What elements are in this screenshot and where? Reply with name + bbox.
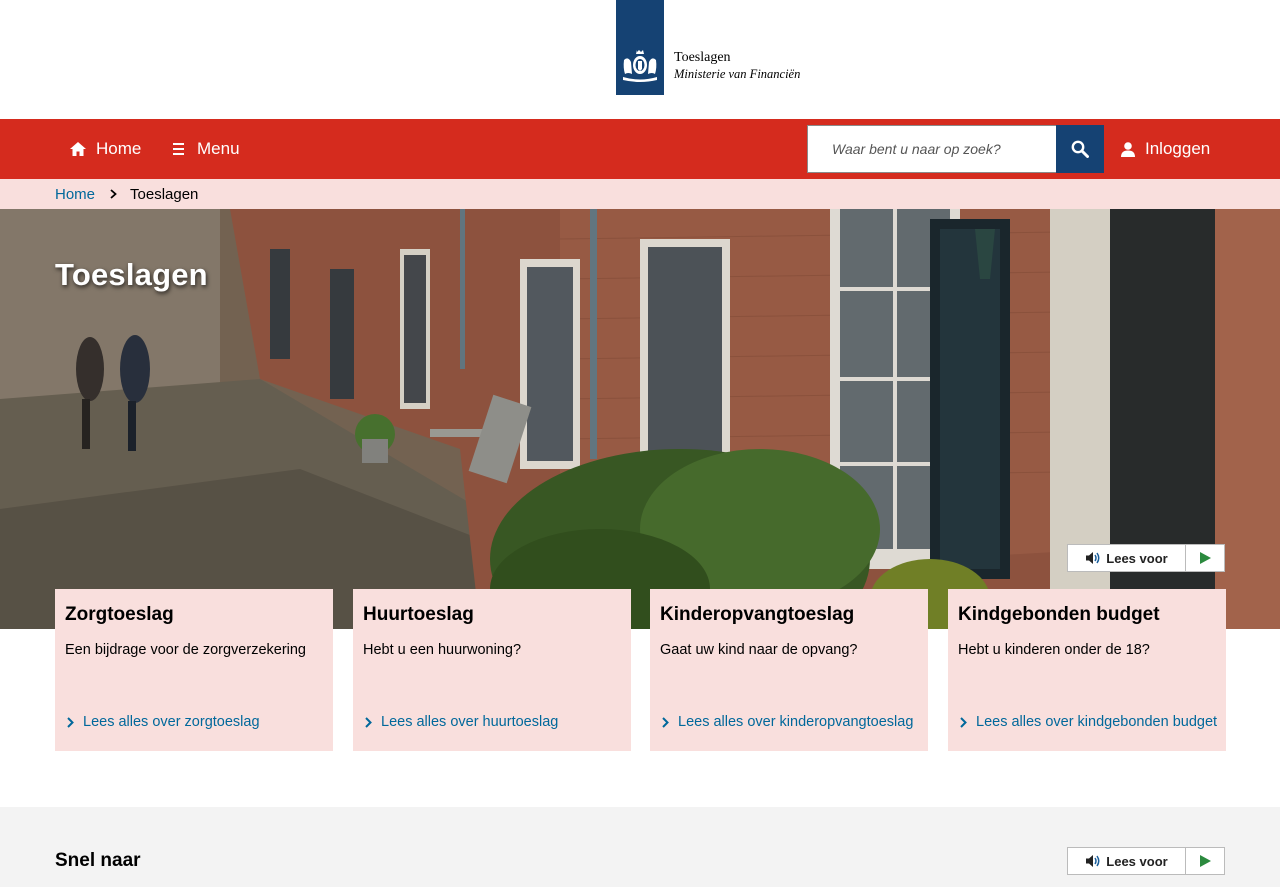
search-input[interactable] <box>807 125 1057 173</box>
card-title: Zorgtoeslag <box>65 604 174 625</box>
card-description: Een bijdrage voor de zorgverzekering <box>65 642 306 658</box>
card-link-kinderopvangtoeslag[interactable]: Lees alles over kinderopvangtoeslag <box>662 711 920 733</box>
card-link-label: Lees alles over zorgtoeslag <box>83 714 260 730</box>
chevron-right-icon <box>110 189 117 199</box>
nav-menu-label: Menu <box>197 139 240 158</box>
section-title: Snel naar <box>55 850 141 871</box>
card-description: Hebt u kinderen onder de 18? <box>958 642 1150 658</box>
card-link-kindgebonden-budget[interactable]: Lees alles over kindgebonden budget <box>960 711 1218 733</box>
home-icon <box>70 142 86 156</box>
logo-subtitle: Ministerie van Financiën <box>674 67 801 81</box>
site-header: Toeslagen Ministerie van Financiën <box>0 0 1280 119</box>
card-huurtoeslag: Huurtoeslag Hebt u een huurwoning? Lees … <box>353 589 631 751</box>
crest-icon <box>623 50 657 82</box>
card-link-label: Lees alles over kindgebonden budget <box>976 714 1218 730</box>
play-button[interactable] <box>1186 848 1224 874</box>
card-link-label: Lees alles over kinderopvangtoeslag <box>678 714 914 730</box>
main-navigation: Home Menu Inloggen <box>0 119 1280 179</box>
logo-emblem[interactable] <box>616 0 664 95</box>
search-icon <box>1071 140 1089 158</box>
card-link-label: Lees alles over huurtoeslag <box>381 714 559 730</box>
login-label: Inloggen <box>1145 139 1211 158</box>
play-button[interactable] <box>1186 545 1224 571</box>
hero-banner: Toeslagen Lees voor <box>0 209 1280 629</box>
logo-title: Toeslagen <box>674 50 731 65</box>
nav-home-link[interactable]: Home <box>70 119 141 179</box>
card-zorgtoeslag: Zorgtoeslag Een bijdrage voor de zorgver… <box>55 589 333 751</box>
lees-voor-label: Lees voor <box>1106 853 1168 869</box>
chevron-right-icon <box>365 717 372 728</box>
nav-home-label: Home <box>96 139 142 158</box>
lees-voor-button[interactable]: Lees voor <box>1067 544 1225 572</box>
card-kindgebonden-budget: Kindgebonden budget Hebt u kinderen onde… <box>948 589 1226 751</box>
logo-text[interactable]: Toeslagen Ministerie van Financiën <box>674 49 800 82</box>
card-description: Hebt u een huurwoning? <box>363 642 522 658</box>
toeslagen-cards: Zorgtoeslag Een bijdrage voor de zorgver… <box>55 589 1226 751</box>
card-link-huurtoeslag[interactable]: Lees alles over huurtoeslag <box>365 711 623 733</box>
play-icon <box>1199 552 1211 564</box>
card-title: Huurtoeslag <box>363 604 474 625</box>
card-kinderopvangtoeslag: Kinderopvangtoeslag Gaat uw kind naar de… <box>650 589 928 751</box>
nav-menu-button[interactable]: Menu <box>173 119 240 179</box>
card-title: Kinderopvangtoeslag <box>660 604 855 625</box>
lees-voor-label-area[interactable]: Lees voor <box>1068 848 1186 874</box>
lees-voor-label-area[interactable]: Lees voor <box>1068 545 1186 571</box>
chevron-right-icon <box>960 717 967 728</box>
snel-naar-section: Snel naar Lees voor <box>0 807 1280 887</box>
chevron-right-icon <box>67 717 74 728</box>
speaker-icon <box>1086 855 1100 867</box>
card-description: Gaat uw kind naar de opvang? <box>660 642 858 658</box>
page-title: Toeslagen <box>55 257 208 292</box>
search-button[interactable] <box>1056 125 1104 173</box>
user-icon <box>1121 141 1135 157</box>
hamburger-icon <box>173 143 184 155</box>
card-title: Kindgebonden budget <box>958 604 1160 625</box>
lees-voor-button[interactable]: Lees voor <box>1067 847 1225 875</box>
lees-voor-label: Lees voor <box>1106 550 1168 566</box>
speaker-icon <box>1086 552 1100 564</box>
breadcrumb: Home Toeslagen <box>0 179 1280 209</box>
chevron-right-icon <box>662 717 669 728</box>
card-link-zorgtoeslag[interactable]: Lees alles over zorgtoeslag <box>67 711 325 733</box>
breadcrumb-current: Toeslagen <box>130 185 199 203</box>
play-icon <box>1199 855 1211 867</box>
breadcrumb-home-link[interactable]: Home <box>55 186 95 203</box>
login-button[interactable]: Inloggen <box>1121 119 1210 179</box>
